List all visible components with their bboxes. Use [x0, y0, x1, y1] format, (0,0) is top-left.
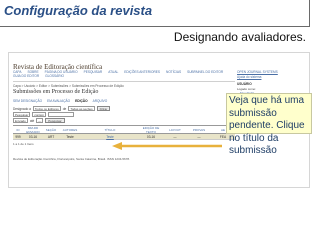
main-nav: CAPA SOBRE PÁGINA DO USUÁRIO PESQUISAR A… — [13, 70, 235, 78]
breadcrumb[interactable]: Capa > Usuário > Editor > Submissões > S… — [13, 84, 124, 88]
cell-layout: — — [173, 134, 177, 139]
search-input[interactable] — [48, 112, 75, 117]
nav-divider — [13, 81, 235, 82]
tab-sem-designacao[interactable]: SEM DESIGNAÇÃO — [13, 99, 42, 103]
filter-editor-row: Designado a Todos os Editores de Todas a… — [13, 106, 111, 111]
title-vertical-divider — [309, 0, 310, 27]
nav-edicoes-anteriores[interactable]: EDIÇÕES ANTERIORES — [124, 70, 160, 74]
nav-glossario[interactable]: GLOSSÁRIO — [45, 74, 64, 78]
filter-assigned-label: Designado a — [13, 106, 31, 111]
cell-secao: ART — [47, 134, 55, 139]
filter-button[interactable]: Filtrar — [96, 106, 111, 111]
editor-select[interactable]: Todos os Editores — [32, 106, 61, 111]
instruction-callout: Veja que há uma submissão pendente. Cliq… — [226, 93, 312, 156]
date-until-select[interactable]: — — [36, 118, 44, 123]
date-field-select[interactable]: Enviado — [13, 118, 28, 123]
slide-subtitle: Designando avaliadores. — [173, 30, 306, 44]
col-titulo: TÍTULO — [104, 127, 116, 132]
nav-subpainel-editor[interactable]: SUBPAINEL DO EDITOR — [187, 70, 223, 74]
col-autores: AUTORES — [62, 127, 78, 132]
col-provas: PROVAS — [192, 127, 206, 132]
section-select[interactable]: Todas as seções — [68, 106, 95, 111]
col-edicao-texto: EDIÇÃO DE TEXTO — [142, 125, 160, 134]
col-layout: LAYOUT — [169, 127, 181, 132]
tab-arquivo[interactable]: ARQUIVO — [93, 99, 108, 103]
nav-atual[interactable]: ATUAL — [108, 70, 118, 74]
filter-section-label: de — [62, 106, 67, 111]
submission-title-link[interactable]: Teste — [81, 135, 139, 139]
journal-header: Revista de Editoração científica — [9, 53, 309, 71]
cell-provas: — — [197, 134, 201, 139]
col-id: ID — [16, 127, 20, 132]
search-row: Pesquisar contém — [13, 112, 75, 117]
col-secao: SEÇÃO — [45, 127, 57, 132]
title-divider — [0, 26, 309, 27]
cell-autores: Teste — [66, 134, 74, 139]
arrow-icon — [112, 142, 222, 150]
nav-row-2: GUIA DO EDITOR GLOSSÁRIO — [13, 74, 235, 78]
table-row[interactable]: 999 03-16 ART Teste Teste 03-16 — — FEA — [13, 134, 235, 140]
date-until-label: até — [29, 118, 35, 123]
tab-edicao[interactable]: EDIÇÃO — [75, 99, 87, 103]
table-header: ID MM-DD ENVIADO SEÇÃO AUTORES TÍTULO ED… — [13, 125, 235, 134]
col-enviado: MM-DD ENVIADO — [26, 125, 40, 134]
cell-id: 999 — [15, 134, 21, 139]
slide-title: Configuração da revista — [4, 3, 153, 18]
search-field-select[interactable]: Pesquisar — [13, 112, 31, 117]
page-footer: Revista de Editoração Científica, Floria… — [13, 157, 130, 161]
cell-enviado: 03-16 — [28, 134, 38, 139]
page-heading: Submissões em Processo de Edição — [13, 89, 99, 95]
submission-tabs: SEM DESIGNAÇÃO EM AVALIAÇÃO EDIÇÃO ARQUI… — [13, 99, 107, 103]
date-row: Enviado até — Pesquisar — [13, 118, 65, 123]
help-link[interactable]: Ajuda do sistema — [237, 75, 305, 80]
search-match-select[interactable]: contém — [32, 112, 47, 117]
nav-noticias[interactable]: NOTÍCIAS — [166, 70, 181, 74]
tab-em-avaliacao[interactable]: EM AVALIAÇÃO — [47, 99, 70, 103]
cell-edicao-texto: 03-16 — [146, 134, 156, 139]
search-button[interactable]: Pesquisar — [45, 118, 65, 123]
nav-guia-editor[interactable]: GUIA DO EDITOR — [13, 74, 39, 78]
nav-pesquisar[interactable]: PESQUISAR — [84, 70, 103, 74]
